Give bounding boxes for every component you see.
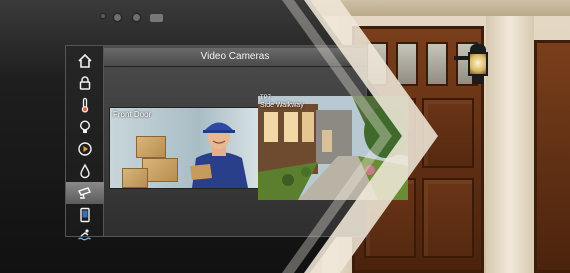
delivery-person [190,122,248,188]
sidebar-nav [66,46,104,241]
camera-id-label: TP7 [260,95,272,101]
camera-label-front-door: Front Door [113,110,152,119]
sidebar-item-home[interactable] [66,50,104,72]
door-window [534,80,548,120]
indicator-dot [133,14,140,21]
camera-feed-side-walkway[interactable] [258,96,408,200]
garage-door-right [534,40,570,273]
camera-label-side-walkway: Side Walkway [260,102,304,109]
sidebar-item-irrigation[interactable] [66,160,104,182]
page-title: Video Cameras [200,51,270,62]
lightbulb-icon [79,120,91,133]
sidebar-item-devices[interactable] [66,204,104,226]
door-window [426,42,448,86]
roof-eave [300,0,570,16]
camera-dot [114,14,121,21]
door-panel [534,120,564,270]
door-window [396,42,418,86]
sidebar-item-pool[interactable] [66,224,104,246]
water-drop-icon [80,163,90,179]
sidebar-item-lighting[interactable] [66,116,104,138]
lock-icon [79,76,91,90]
sidebar-item-cameras[interactable] [66,182,104,204]
tablet-icon [80,207,90,223]
door-panel [422,178,474,258]
sensor-dot [101,14,105,18]
thermometer-icon [81,97,89,113]
media-play-icon [78,142,92,156]
door-window [534,40,548,80]
stone-pillar [486,16,534,273]
door-panel [422,98,474,168]
door-window [366,42,388,86]
sidebar-item-climate[interactable] [66,94,104,116]
wall-lantern [454,44,492,88]
product-scene: Video Cameras Front Door TP7 Side Walkwa… [0,0,570,273]
security-camera-icon [78,187,91,199]
sidebar-item-security[interactable] [66,72,104,94]
walkway-scene [258,96,408,200]
window-titlebar: Video Cameras [104,48,366,67]
home-icon [78,53,92,68]
pool-icon [78,229,91,241]
camera-feed-front-door[interactable] [110,108,258,188]
indicator-led [150,14,163,22]
sidebar-item-media[interactable] [66,138,104,160]
